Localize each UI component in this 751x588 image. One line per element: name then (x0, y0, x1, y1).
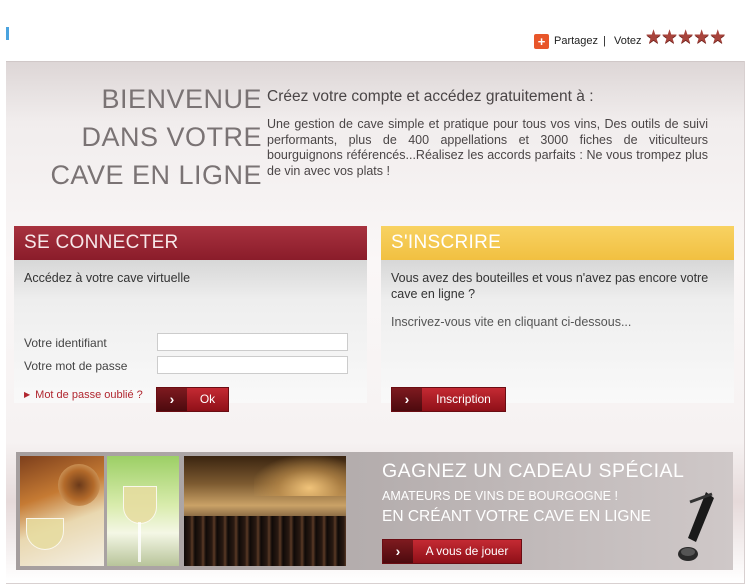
star-icon[interactable]: ★ (645, 28, 662, 48)
signup-question: Vous avez des bouteilles et vous n'avez … (391, 271, 709, 301)
blue-marker (6, 27, 9, 40)
chevron-right-icon: › (383, 540, 413, 563)
star-icon[interactable]: ★ (693, 28, 710, 48)
password-label: Votre mot de passe (24, 359, 128, 373)
top-bar: + Partagez | Votez ★ ★ ★ ★ ★ (0, 0, 751, 61)
promo-subtitle-2: EN CRÉANT VOTRE CAVE EN LIGNE (382, 508, 652, 525)
login-body: Accédez à votre cave virtuelle Votre ide… (14, 260, 367, 412)
login-title: Accédez à votre cave virtuelle (24, 271, 191, 285)
login-panel: SE CONNECTER Accédez à votre cave virtue… (14, 226, 367, 412)
divider (6, 583, 745, 584)
food-wine-image (20, 456, 104, 566)
play-button[interactable]: › A vous de jouer (382, 539, 522, 564)
corkscrew-icon (678, 492, 714, 561)
signup-body: Vous avez des bouteilles et vous n'avez … (381, 260, 734, 412)
id-label: Votre identifiant (24, 336, 107, 350)
signup-button-label: Inscription (436, 392, 491, 406)
divider (744, 61, 745, 583)
chevron-right-icon: › (392, 388, 422, 411)
star-icon[interactable]: ★ (661, 28, 678, 48)
ok-button[interactable]: › Ok (156, 387, 229, 412)
welcome-lead: Créez votre compte et accédez gratuiteme… (267, 88, 594, 105)
welcome-title: BIENVENUE DANS VOTRE CAVE EN LIGNE (2, 80, 262, 194)
wine-cellar-image (184, 456, 346, 566)
star-icon[interactable]: ★ (677, 28, 694, 48)
promo-banner[interactable]: GAGNEZ UN CADEAU SPÉCIAL AMATEURS DE VIN… (16, 452, 733, 570)
ok-button-label: Ok (199, 392, 216, 406)
star-icon[interactable]: ★ (709, 28, 726, 48)
share-plus-icon[interactable]: + (534, 34, 549, 49)
login-heading: SE CONNECTER (14, 226, 367, 260)
play-button-label: A vous de jouer (425, 544, 509, 558)
password-input[interactable] (157, 356, 348, 374)
welcome-line: CAVE EN LIGNE (50, 160, 262, 190)
forgot-password-link[interactable]: ▶ Mot de passe oublié ? (24, 389, 143, 401)
signup-button[interactable]: › Inscription (391, 387, 506, 412)
welcome-line: DANS VOTRE (81, 122, 262, 152)
promo-title: GAGNEZ UN CADEAU SPÉCIAL (382, 460, 685, 482)
white-wine-glass-image (107, 456, 179, 566)
promo-subtitle: AMATEURS DE VINS DE BOURGOGNE ! (382, 489, 618, 503)
separator: | (603, 35, 606, 47)
welcome-description: Une gestion de cave simple et pratique p… (267, 117, 708, 178)
forgot-password-label: Mot de passe oublié ? (35, 389, 143, 401)
signup-heading: S'INSCRIRE (381, 226, 734, 260)
arrow-right-icon: ▶ (24, 390, 31, 399)
signup-panel: S'INSCRIRE Vous avez des bouteilles et v… (381, 226, 734, 412)
chevron-right-icon: › (157, 388, 187, 411)
signup-hint: Inscrivez-vous vite en cliquant ci-desso… (391, 315, 632, 329)
vote-label: Votez (614, 35, 642, 47)
rating-stars[interactable]: ★ ★ ★ ★ ★ (645, 28, 726, 48)
share-link[interactable]: Partagez (554, 34, 598, 49)
welcome-line: BIENVENUE (101, 84, 262, 114)
id-input[interactable] (157, 333, 348, 351)
